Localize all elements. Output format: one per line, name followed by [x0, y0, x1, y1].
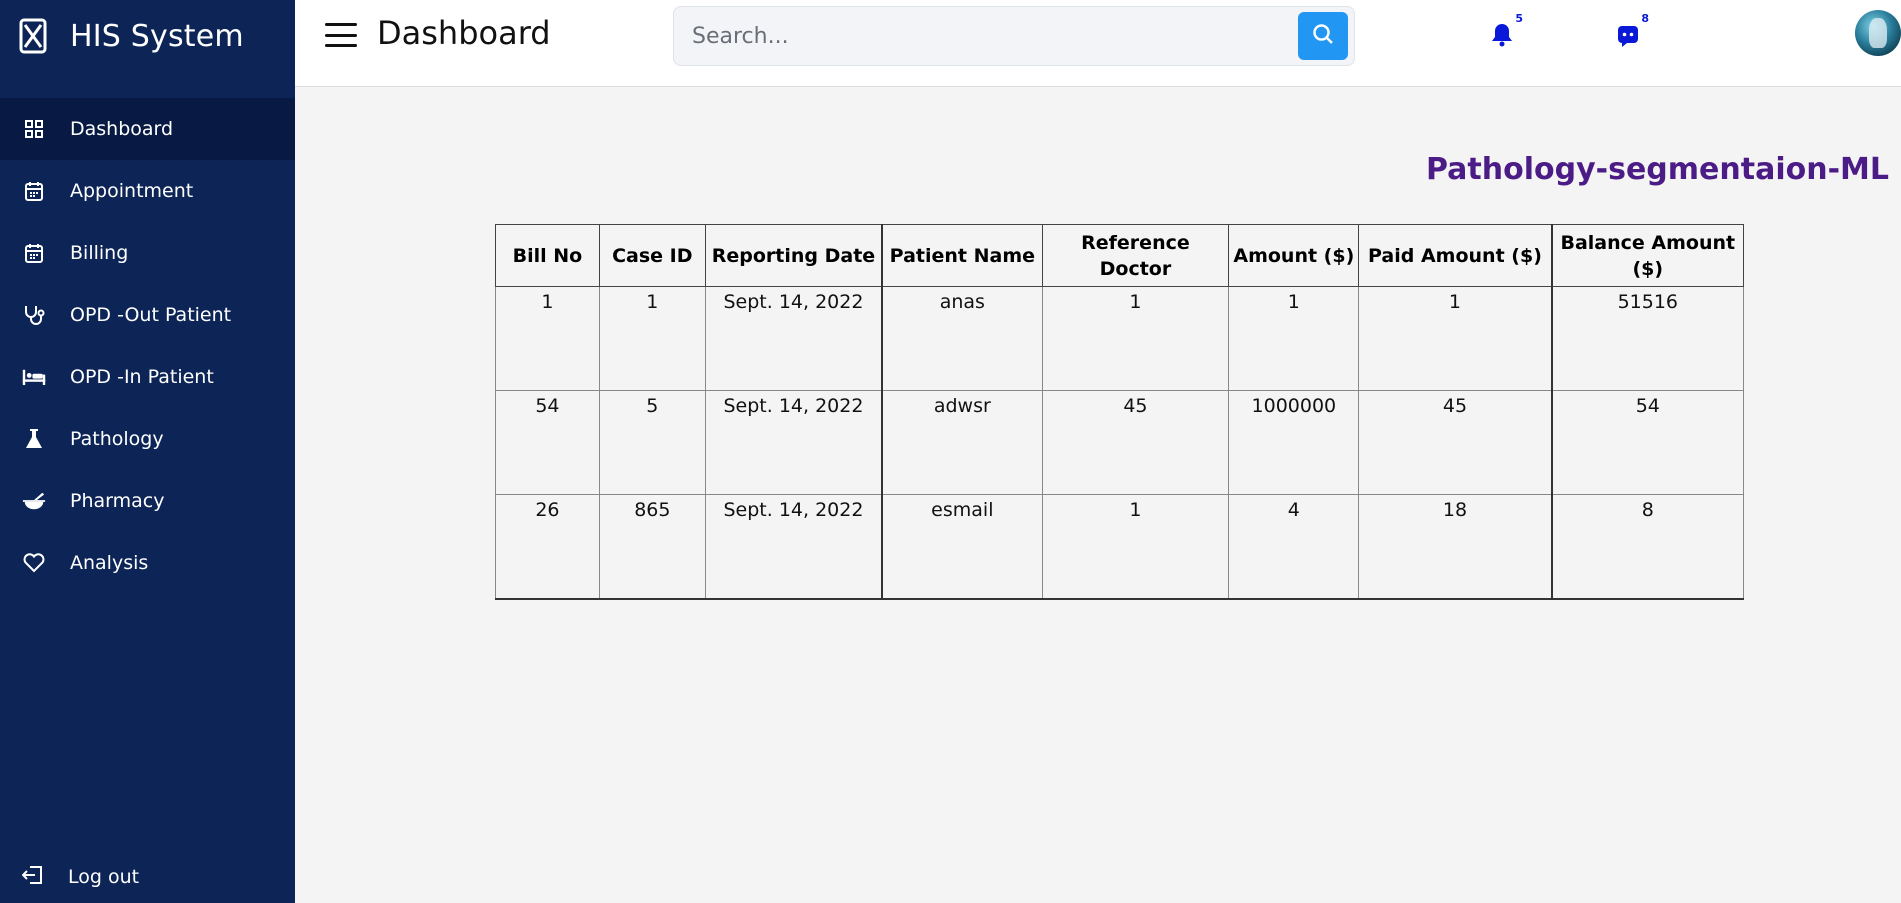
table-cell: 8 — [1550, 494, 1744, 600]
search-input[interactable] — [692, 7, 1292, 65]
table-cell: 1000000 — [1228, 390, 1360, 495]
sidebar-item-label: Appointment — [70, 180, 194, 202]
table-cell: 5 — [598, 390, 706, 495]
section-title: Pathology-segmentaion-ML — [1425, 152, 1889, 187]
sidebar-item-billing[interactable]: Billing — [0, 222, 295, 284]
search-bar — [673, 6, 1355, 66]
table-cell: 45 — [1041, 390, 1230, 495]
sidebar-item-pharmacy[interactable]: Pharmacy — [0, 470, 295, 532]
brand[interactable]: HIS System — [0, 0, 295, 72]
sidebar-item-pathology[interactable]: Pathology — [0, 408, 295, 470]
close-box-icon — [18, 17, 48, 55]
sidebar-nav: Dashboard Appointment Billing OPD -Out P… — [0, 98, 295, 594]
table-cell: 1 — [1041, 494, 1230, 600]
table-cell: esmail — [881, 494, 1043, 600]
bills-table: Bill No Case ID Reporting Date Patient N… — [495, 224, 1744, 600]
heart-icon — [22, 551, 46, 575]
sidebar-item-label: Pharmacy — [70, 490, 165, 512]
table-header-row: Bill No Case ID Reporting Date Patient N… — [495, 224, 1744, 287]
search-icon — [1311, 22, 1335, 50]
table-cell: 1 — [1228, 286, 1360, 391]
sidebar-item-opd-out-patient[interactable]: OPD -Out Patient — [0, 284, 295, 346]
table-cell: 18 — [1358, 494, 1553, 600]
messages-button[interactable]: 8 — [1611, 12, 1649, 52]
sidebar-item-dashboard[interactable]: Dashboard — [0, 98, 295, 160]
logout-icon — [21, 865, 44, 889]
hamburger-icon-line — [325, 23, 357, 26]
table-cell: adwsr — [881, 390, 1043, 495]
column-header: Reference Doctor — [1041, 224, 1230, 287]
sidebar-item-label: Dashboard — [70, 118, 174, 140]
avatar[interactable] — [1855, 10, 1901, 56]
main-content: Pathology-segmentaion-ML Bill No Case ID… — [295, 88, 1901, 903]
table-cell: 1 — [598, 286, 706, 391]
sidebar-item-appointment[interactable]: Appointment — [0, 160, 295, 222]
logout-button[interactable]: Log out — [0, 851, 295, 903]
sidebar-item-label: OPD -Out Patient — [70, 304, 232, 326]
grid-icon — [22, 117, 46, 141]
hamburger-icon-line — [325, 33, 357, 37]
column-header: Patient Name — [881, 224, 1043, 287]
table-row: 26 865 Sept. 14, 2022 esmail 1 4 18 8 — [495, 494, 1744, 600]
column-header: Case ID — [598, 224, 706, 287]
table-cell: 865 — [598, 494, 706, 600]
table-cell: Sept. 14, 2022 — [704, 286, 883, 391]
column-header: Paid Amount ($) — [1358, 224, 1553, 287]
chat-icon — [1611, 26, 1645, 56]
sidebar-item-label: Pathology — [70, 428, 164, 450]
column-header: Reporting Date — [704, 224, 883, 287]
sidebar-item-label: Analysis — [70, 552, 149, 574]
table-cell: 26 — [495, 494, 600, 600]
table-row: 1 1 Sept. 14, 2022 anas 1 1 1 51516 — [495, 286, 1744, 391]
calendar-icon — [22, 241, 46, 265]
table-cell: anas — [881, 286, 1043, 391]
table-cell: 1 — [495, 286, 600, 391]
sidebar-item-label: Billing — [70, 242, 129, 264]
bed-icon — [22, 365, 46, 389]
search-button[interactable] — [1298, 12, 1348, 60]
page-title: Dashboard — [377, 14, 551, 52]
column-header: Amount ($) — [1228, 224, 1360, 287]
table-cell: 54 — [495, 390, 600, 495]
sidebar-item-label: OPD -In Patient — [70, 366, 214, 388]
bell-icon — [1485, 24, 1519, 56]
flask-icon — [22, 427, 46, 451]
table-row: 54 5 Sept. 14, 2022 adwsr 45 1000000 45 … — [495, 390, 1744, 495]
calendar-icon — [22, 179, 46, 203]
table-cell: 45 — [1358, 390, 1553, 495]
table-cell: 1 — [1041, 286, 1230, 391]
notifications-badge: 5 — [1515, 12, 1523, 25]
column-header: Balance Amount ($) — [1550, 224, 1744, 287]
table-cell: Sept. 14, 2022 — [704, 390, 883, 495]
hamburger-icon-line — [325, 44, 357, 47]
sidebar-item-analysis[interactable]: Analysis — [0, 532, 295, 594]
table-cell: 51516 — [1550, 286, 1744, 391]
messages-badge: 8 — [1641, 12, 1649, 25]
table-cell: 1 — [1358, 286, 1553, 391]
mortar-pestle-icon — [22, 489, 46, 513]
logout-label: Log out — [68, 866, 140, 888]
column-header: Bill No — [495, 224, 600, 287]
notifications-button[interactable]: 5 — [1485, 12, 1523, 52]
table-cell: Sept. 14, 2022 — [704, 494, 883, 600]
brand-name: HIS System — [70, 18, 244, 54]
topbar: Dashboard 5 8 — [295, 0, 1901, 87]
sidebar-item-opd-in-patient[interactable]: OPD -In Patient — [0, 346, 295, 408]
table-cell: 54 — [1550, 390, 1744, 495]
table-cell: 4 — [1228, 494, 1360, 600]
sidebar: HIS System Dashboard Appointment Billing… — [0, 0, 295, 903]
stethoscope-icon — [22, 303, 46, 327]
menu-toggle-button[interactable] — [325, 20, 357, 50]
